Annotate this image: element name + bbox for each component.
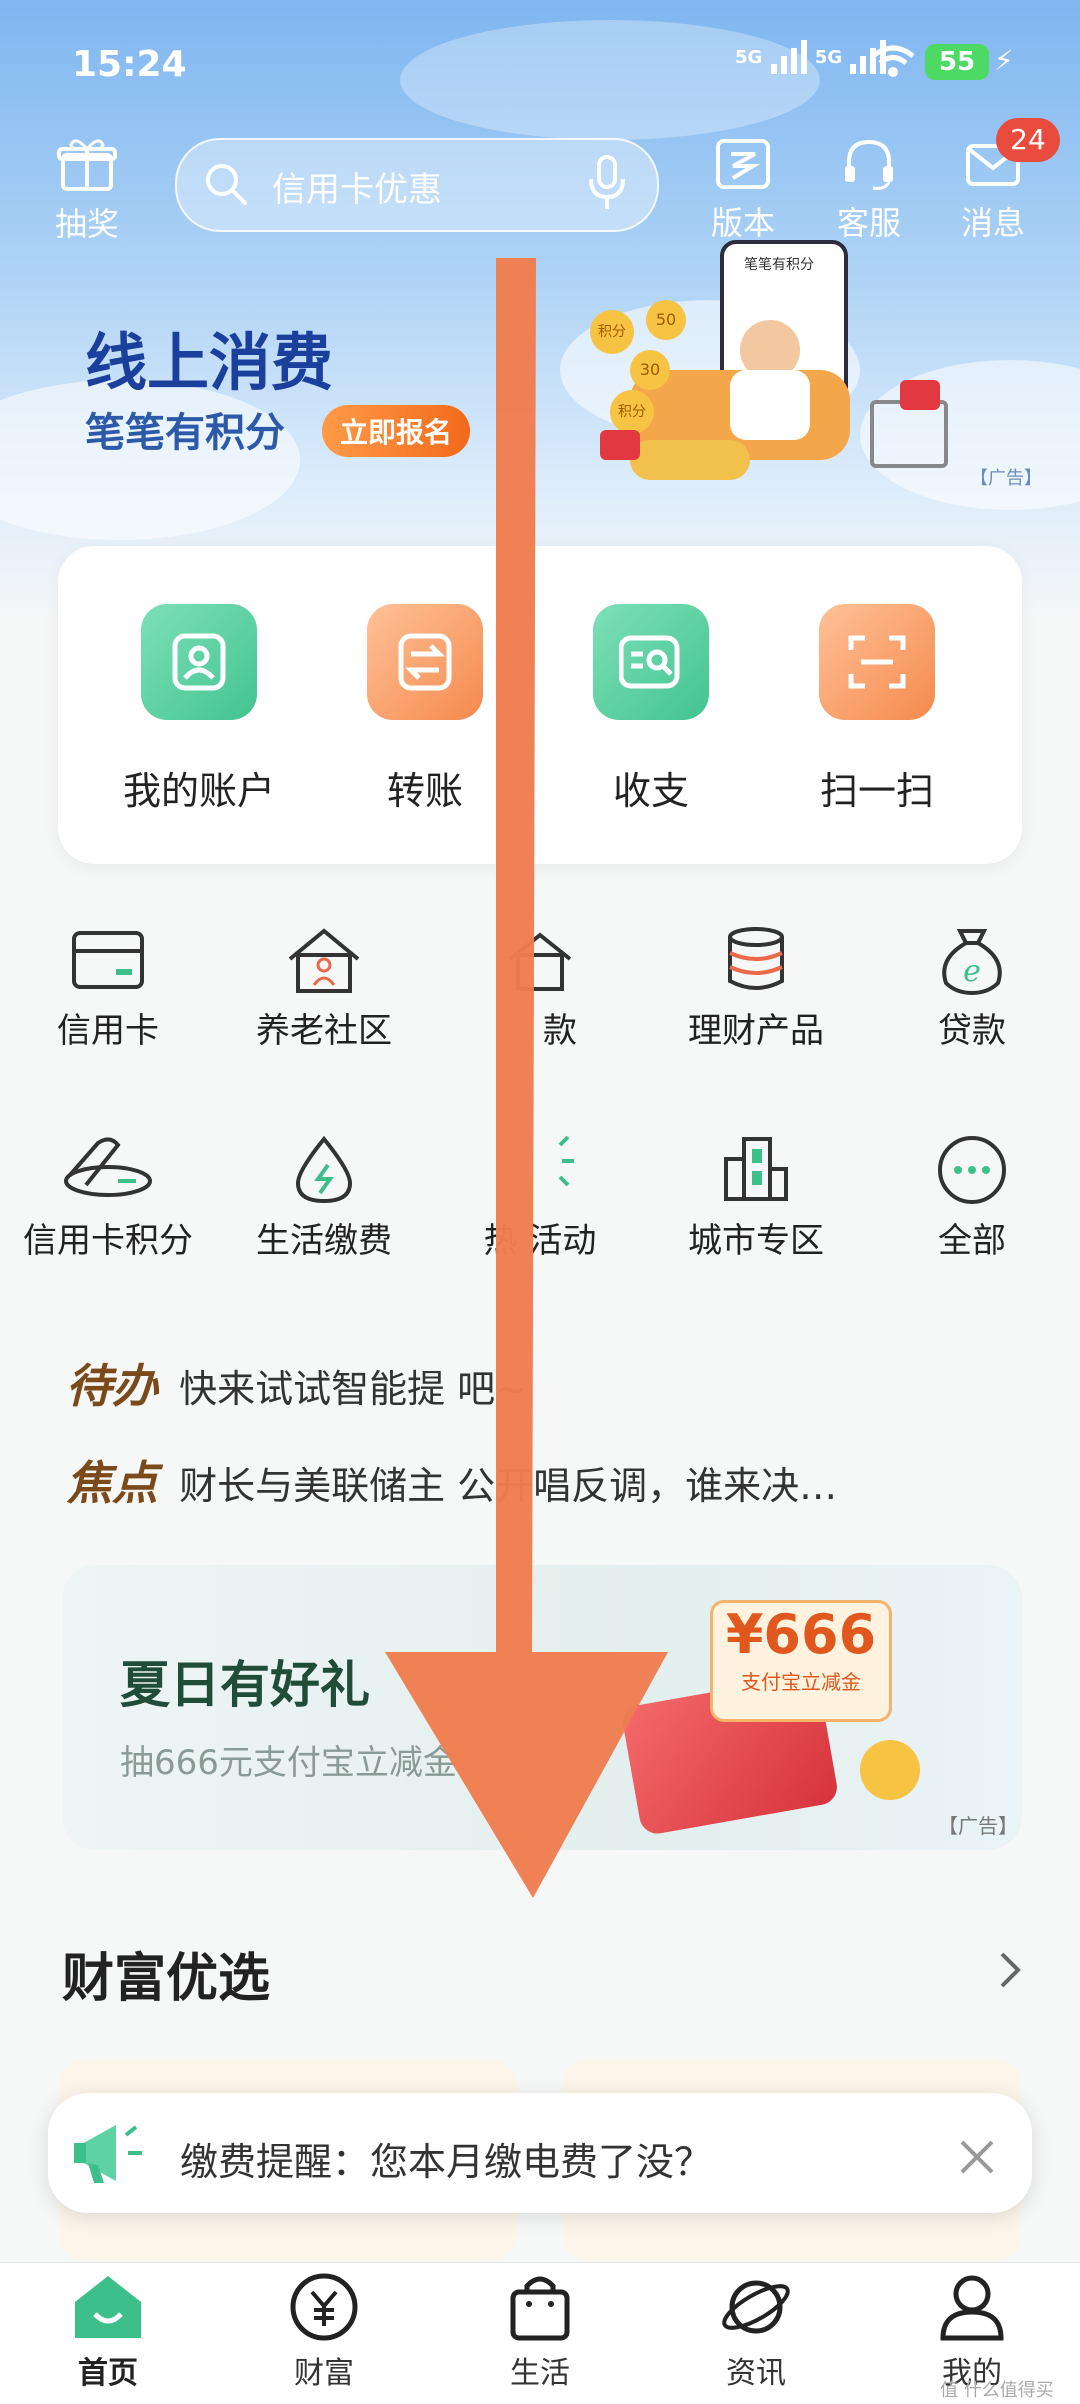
tab-home[interactable]: 首页 bbox=[38, 2272, 178, 2392]
my-account-button[interactable]: 我的账户 bbox=[99, 604, 299, 815]
ad-tag: 【广告】 bbox=[970, 468, 1042, 489]
payment-reminder-text: 缴费提醒：您本月缴电费了没？ bbox=[180, 2140, 713, 2184]
svg-text:e: e bbox=[963, 954, 981, 989]
wealth-products-button[interactable]: 理财产品 bbox=[648, 925, 864, 1052]
chevron-right-icon[interactable] bbox=[996, 1950, 1026, 1990]
headset-icon bbox=[845, 139, 893, 190]
watermark: 值 什么值得买 bbox=[940, 2380, 1054, 2401]
banner-illustration[interactable]: 笔笔有积分 积分 50 30 积分 bbox=[590, 240, 970, 500]
all-services-label: 全部 bbox=[938, 1221, 1006, 1261]
credit-card-button[interactable]: 信用卡 bbox=[0, 925, 216, 1052]
banner-signup-button[interactable]: 立即报名 bbox=[322, 405, 471, 457]
megaphone-icon bbox=[74, 2125, 142, 2183]
focus-row[interactable]: 焦点 财长与美联储主 公开唱反调，谁来决… bbox=[66, 1447, 837, 1513]
home-icon bbox=[75, 2276, 141, 2338]
more-icon bbox=[938, 1136, 1006, 1204]
user-icon bbox=[940, 2275, 1004, 2341]
gift-icon bbox=[57, 139, 117, 191]
elderly-community-label: 养老社区 bbox=[256, 1011, 392, 1051]
scan-label: 扫一扫 bbox=[819, 769, 934, 813]
tab-wealth[interactable]: 财富 bbox=[254, 2272, 394, 2392]
tab-news[interactable]: 资讯 bbox=[686, 2272, 826, 2392]
charging-icon: ⚡ bbox=[994, 44, 1014, 77]
coin-stack-icon bbox=[728, 927, 784, 990]
income-expense-icon bbox=[593, 604, 709, 720]
shopping-bag-icon bbox=[510, 2276, 570, 2341]
credit-points-label: 信用卡积分 bbox=[23, 1221, 193, 1261]
status-time: 15:24 bbox=[72, 44, 187, 85]
wifi-icon bbox=[871, 45, 915, 77]
loan-button[interactable]: e 贷款 bbox=[864, 925, 1080, 1052]
account-icon bbox=[141, 604, 257, 720]
battery-icon: 55 bbox=[925, 44, 989, 80]
scan-icon bbox=[819, 604, 935, 720]
planet-icon bbox=[722, 2280, 790, 2334]
signal-icon: 5G 5G bbox=[735, 40, 888, 76]
points-icon bbox=[64, 1137, 152, 1197]
promo-amount-card: ¥666 支付宝立减金 bbox=[710, 1600, 892, 1722]
transfer-label: 转账 bbox=[386, 769, 463, 813]
focus-text: 财长与美联储主 公开唱反调，谁来决… bbox=[179, 1464, 838, 1508]
income-expense-label: 收支 bbox=[612, 769, 689, 813]
transfer-icon bbox=[367, 604, 483, 720]
money-bag-icon: e bbox=[942, 929, 1002, 995]
microphone-icon[interactable] bbox=[587, 155, 627, 211]
building-icon bbox=[724, 1137, 788, 1201]
utility-payment-button[interactable]: 生活缴费 bbox=[216, 1135, 432, 1262]
promo-title: 夏日有好礼 bbox=[120, 1656, 370, 1714]
credit-points-button[interactable]: 信用卡积分 bbox=[0, 1135, 216, 1262]
banner-title: 线上消费 bbox=[85, 326, 334, 399]
my-account-label: 我的账户 bbox=[122, 769, 275, 813]
hot-activities-button[interactable]: 热 活动 bbox=[432, 1135, 648, 1262]
city-zone-button[interactable]: 城市专区 bbox=[648, 1135, 864, 1262]
tab-mine[interactable]: 我的 bbox=[902, 2272, 1042, 2392]
transfer-button[interactable]: 转账 bbox=[325, 604, 525, 815]
city-zone-label: 城市专区 bbox=[688, 1221, 824, 1261]
all-services-button[interactable]: 全部 bbox=[864, 1135, 1080, 1262]
hot-activities-icon bbox=[558, 1135, 574, 1187]
lottery-button[interactable]: 抽奖 bbox=[32, 135, 142, 245]
tab-life[interactable]: 生活 bbox=[470, 2272, 610, 2392]
todo-text: 快来试试智能提 吧~ bbox=[179, 1367, 528, 1411]
promo-ad-tag: 【广告】 bbox=[938, 1814, 1018, 1838]
promo-subtitle: 抽666元支付宝立减金 bbox=[120, 1743, 457, 1783]
banner-subtitle: 笔笔有积分 bbox=[85, 410, 285, 456]
search-placeholder: 信用卡优惠 bbox=[272, 170, 442, 210]
deposit-label: 款 bbox=[543, 1011, 577, 1051]
coin-icon bbox=[860, 1740, 920, 1800]
search-input[interactable]: 信用卡优惠 bbox=[175, 138, 659, 232]
message-badge: 24 bbox=[996, 118, 1060, 162]
house-icon bbox=[288, 928, 360, 993]
water-drop-icon bbox=[295, 1135, 353, 1204]
wealth-section-title: 财富优选 bbox=[62, 1949, 271, 2009]
deposit-icon bbox=[508, 932, 572, 991]
version-button[interactable]: 版本 bbox=[688, 138, 798, 244]
deposit-button[interactable]: 款 bbox=[432, 925, 648, 1052]
version-icon bbox=[716, 139, 770, 189]
elderly-community-button[interactable]: 养老社区 bbox=[216, 925, 432, 1052]
customer-service-button[interactable]: 客服 bbox=[814, 138, 924, 244]
todo-row[interactable]: 待办 快来试试智能提 吧~ bbox=[66, 1350, 527, 1416]
income-expense-button[interactable]: 收支 bbox=[551, 604, 751, 815]
focus-tag: 焦点 bbox=[66, 1456, 158, 1510]
scan-button[interactable]: 扫一扫 bbox=[777, 604, 977, 815]
loan-label: 贷款 bbox=[938, 1011, 1006, 1051]
close-icon[interactable] bbox=[958, 2138, 996, 2176]
hot-activities-label: 热 活动 bbox=[483, 1221, 597, 1261]
phone-screen-text: 笔笔有积分 bbox=[744, 257, 814, 273]
todo-tag: 待办 bbox=[66, 1359, 158, 1413]
utility-payment-label: 生活缴费 bbox=[256, 1221, 392, 1261]
wealth-products-label: 理财产品 bbox=[688, 1011, 824, 1051]
yen-icon bbox=[290, 2273, 358, 2341]
search-icon bbox=[206, 164, 247, 205]
credit-card-icon bbox=[72, 931, 144, 989]
credit-card-label: 信用卡 bbox=[57, 1011, 159, 1051]
